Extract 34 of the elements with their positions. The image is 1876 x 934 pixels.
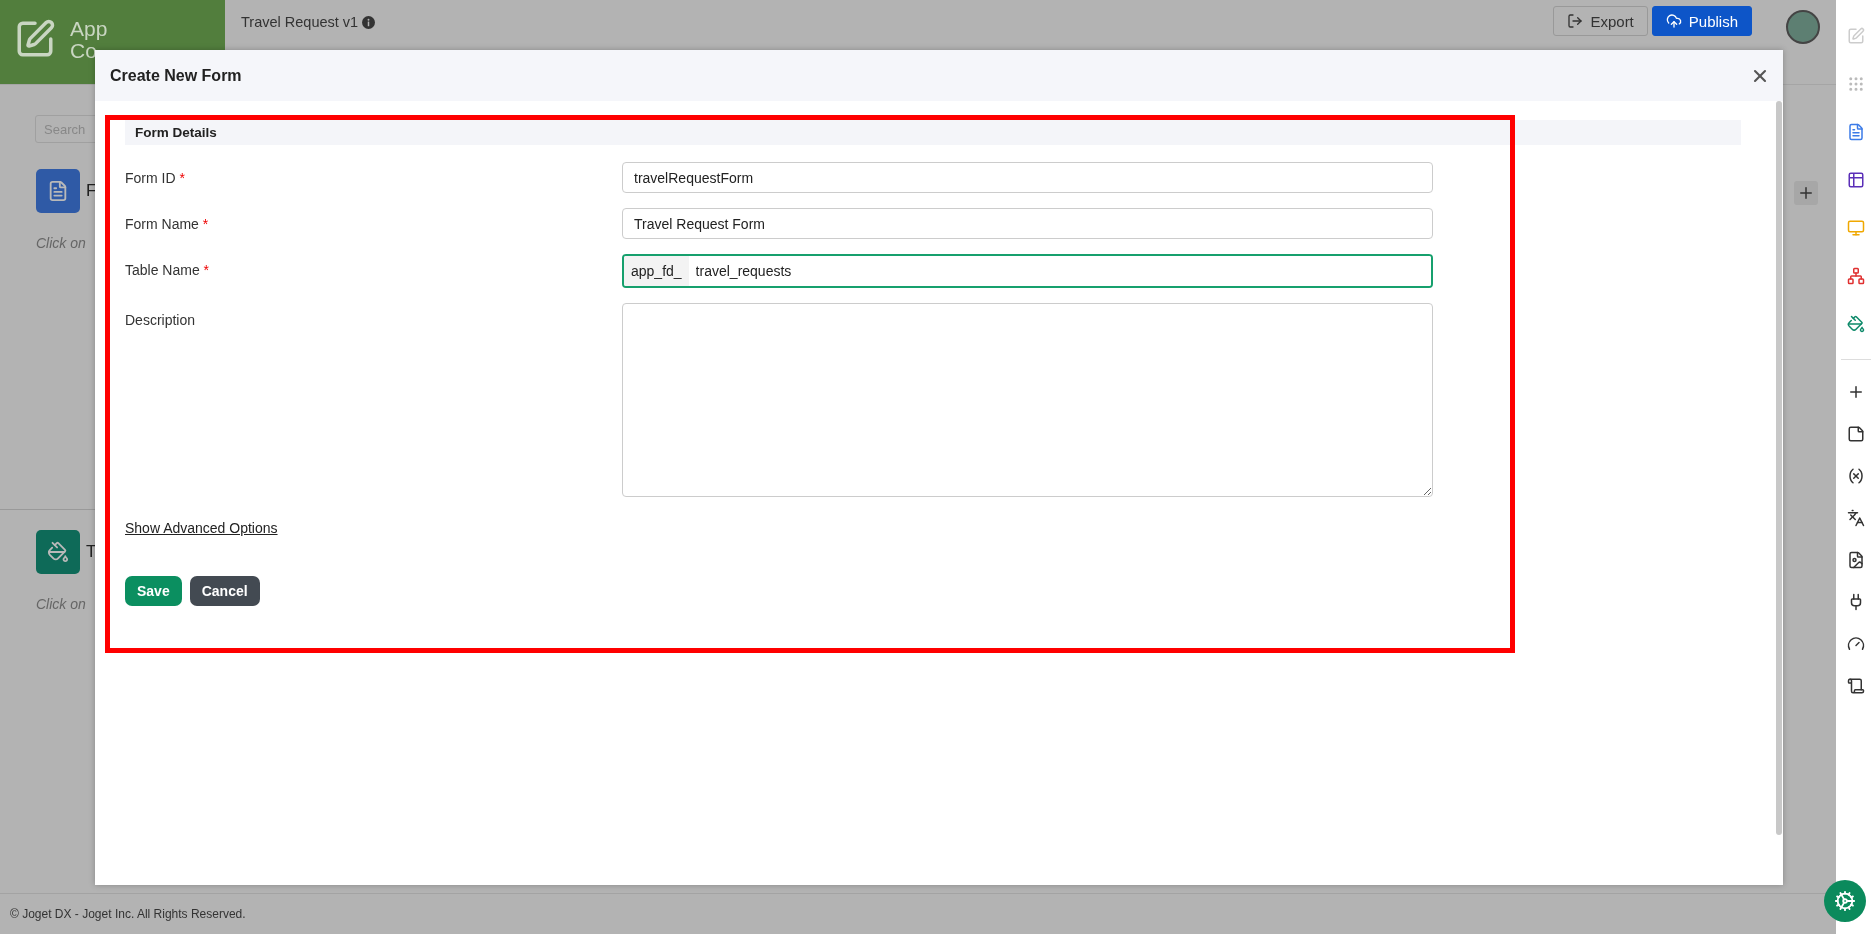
- text-field[interactable]: Travel Request Form: [622, 208, 1433, 239]
- paint-bucket-icon: [36, 530, 80, 574]
- dialog-title: Create New Form: [110, 66, 242, 85]
- field-label: Form Name *: [125, 215, 209, 232]
- section-header: Form Details: [125, 120, 1741, 145]
- gear-icon: [1834, 890, 1856, 912]
- table-name-field[interactable]: app_fd_ travel_requests: [622, 254, 1433, 288]
- form-icon: [36, 169, 80, 213]
- hint-text: Click on: [36, 235, 87, 251]
- section-title: T: [86, 542, 97, 562]
- section-title: F: [86, 181, 97, 201]
- cloud-upload-icon: [1665, 13, 1682, 29]
- logo-text: App: [70, 18, 108, 40]
- description-field[interactable]: [622, 303, 1433, 497]
- logo-text: Co: [70, 40, 97, 62]
- field-label: Form ID *: [125, 169, 185, 186]
- advanced-options-link[interactable]: Show Advanced Options: [125, 520, 278, 536]
- hint-text: Click on: [36, 596, 87, 612]
- export-icon: [1567, 13, 1584, 29]
- add-button[interactable]: [1794, 181, 1818, 205]
- export-button[interactable]: Export: [1553, 6, 1648, 36]
- save-button[interactable]: Save: [125, 576, 182, 606]
- scrollbar[interactable]: [1776, 101, 1782, 835]
- plus-icon: [1797, 184, 1815, 202]
- text-field[interactable]: travelRequestForm: [622, 162, 1433, 193]
- field-label: Description: [125, 311, 196, 328]
- copyright-text: © Joget DX - Joget Inc. All Rights Reserved.: [10, 907, 246, 921]
- prefix-label: app_fd_: [624, 256, 689, 286]
- app-title: Travel Request v1: [241, 14, 359, 30]
- cancel-button[interactable]: Cancel: [189, 576, 260, 606]
- publish-button[interactable]: Publish: [1651, 6, 1752, 36]
- info-icon: [362, 16, 376, 29]
- avatar[interactable]: [1786, 10, 1820, 44]
- field-label: Table Name *: [125, 261, 210, 278]
